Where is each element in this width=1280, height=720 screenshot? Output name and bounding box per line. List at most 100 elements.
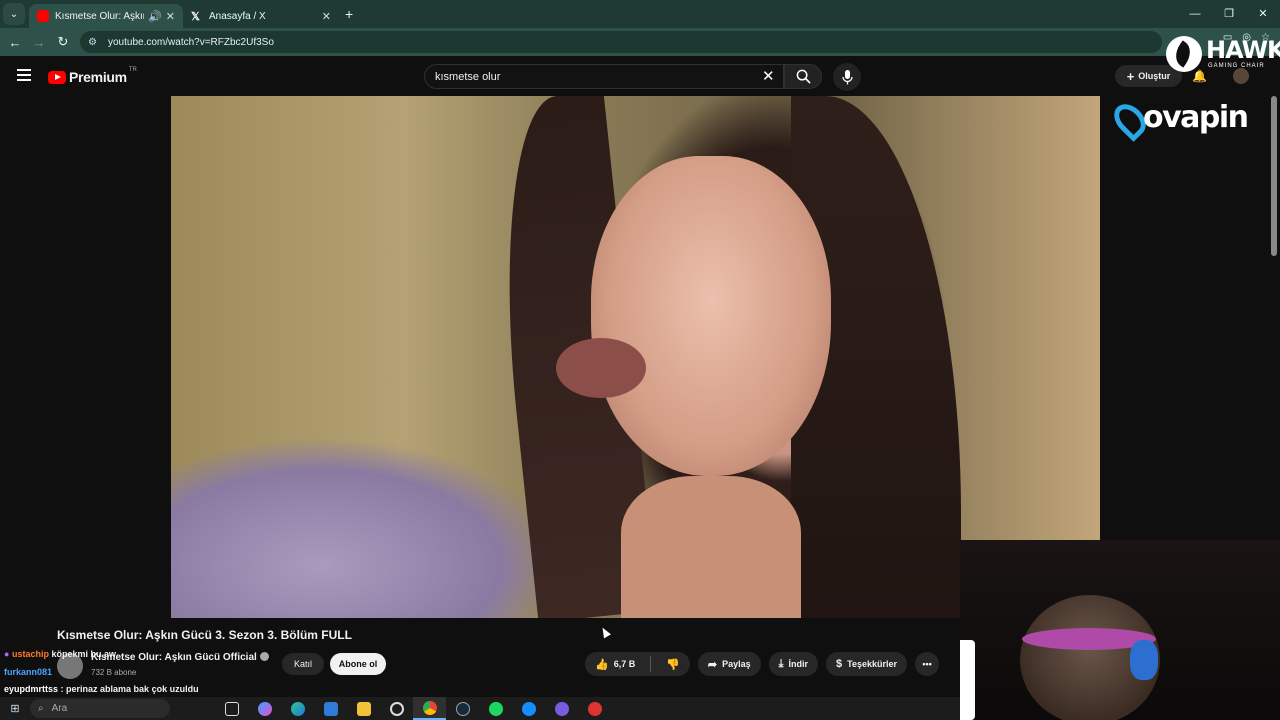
brand-text: Premium xyxy=(69,69,127,85)
thumbs-down-icon: 👎 xyxy=(666,658,680,671)
window-controls: — ❐ ✕ xyxy=(1178,0,1280,28)
tab-youtube[interactable]: Kısmetse Olur: Aşkın Gücü 🔊 ✕ xyxy=(29,4,183,28)
voice-search-button[interactable] xyxy=(833,63,861,91)
join-button[interactable]: Katıl xyxy=(282,653,324,675)
subscriber-count: 732 B abone xyxy=(91,668,137,677)
chrome-icon[interactable] xyxy=(413,697,446,720)
share-button[interactable]: ➦ Paylaş xyxy=(697,652,761,676)
search-icon: ⌕ xyxy=(38,703,44,714)
edge-icon[interactable] xyxy=(281,697,314,720)
thanks-button[interactable]: $ Teşekkürler xyxy=(826,652,908,676)
xbox-icon[interactable] xyxy=(380,697,413,720)
chat-message: eyupdmrttss : perinaz ablama bak çok uzu… xyxy=(4,684,199,694)
tab-label: Kısmetse Olur: Aşkın Gücü xyxy=(55,10,144,22)
microphone-icon xyxy=(841,69,853,84)
like-button[interactable]: 👍 6,7 B xyxy=(585,652,645,676)
thumbs-up-icon: 👍 xyxy=(595,658,609,671)
like-count: 6,7 B xyxy=(613,659,636,669)
chat-username: furkann081 xyxy=(4,667,53,677)
tab-search-button[interactable]: ⌄ xyxy=(3,3,25,25)
game-app-icon[interactable] xyxy=(578,697,611,720)
spotify-icon[interactable] xyxy=(479,697,512,720)
clear-search-icon[interactable]: ✕ xyxy=(762,67,775,85)
browser-tab-strip: ⌄ Kısmetse Olur: Aşkın Gücü 🔊 ✕ 𝕏 Anasay… xyxy=(0,0,1280,28)
thanks-label: Teşekkürler xyxy=(847,659,898,669)
country-code: TR xyxy=(128,67,137,73)
chat-username: eyupdmrttss xyxy=(4,684,59,694)
hawk-feather-icon xyxy=(1166,36,1202,72)
forward-icon[interactable]: → xyxy=(27,35,51,50)
more-dots-icon: ••• xyxy=(922,659,932,669)
vpn-brand: ovapin xyxy=(1143,100,1249,135)
youtube-header: Premium TR kısmetse olur ✕ + Oluştur 🔔 xyxy=(0,56,1280,96)
download-icon: ⤓ xyxy=(778,657,784,670)
video-frame-neck xyxy=(621,476,801,618)
hawk-sponsor-logo: HAWK GAMING CHAIR xyxy=(1166,36,1280,74)
hawk-brand: HAWK xyxy=(1206,36,1280,64)
file-explorer-icon[interactable] xyxy=(347,697,380,720)
action-bar: 👍 6,7 B 👎 ➦ Paylaş ⤓ İndir $ Teşekkürler… xyxy=(585,652,940,676)
page-scrollbar[interactable] xyxy=(1271,96,1277,256)
search-input[interactable]: kısmetse olur xyxy=(424,64,784,89)
share-label: Paylaş xyxy=(722,659,751,669)
share-arrow-icon: ➦ xyxy=(707,658,718,671)
discord-icon[interactable] xyxy=(545,697,578,720)
hawk-tagline: GAMING CHAIR xyxy=(1208,63,1265,69)
like-dislike-group: 👍 6,7 B 👎 xyxy=(585,652,690,676)
tab-label: Anasayfa / X xyxy=(209,10,266,22)
search-query: kısmetse olur xyxy=(435,70,501,83)
more-actions-button[interactable]: ••• xyxy=(915,652,940,676)
vpn-sponsor-logo: ovapin xyxy=(1108,98,1257,142)
battlenet-icon[interactable] xyxy=(512,697,545,720)
close-tab-icon[interactable]: ✕ xyxy=(322,10,331,23)
new-tab-button[interactable]: + xyxy=(345,6,353,22)
subscribe-button[interactable]: Abone ol xyxy=(330,653,386,675)
divider xyxy=(650,656,652,672)
video-title: Kısmetse Olur: Aşkın Gücü 3. Sezon 3. Bö… xyxy=(57,628,352,642)
youtube-logo[interactable]: Premium TR xyxy=(48,67,137,85)
chat-text: köpekmi bu aw xyxy=(51,649,117,659)
download-button[interactable]: ⤓ İndir xyxy=(768,652,819,676)
headphone-ear xyxy=(1130,640,1158,680)
steam-icon[interactable] xyxy=(446,697,479,720)
restore-icon[interactable]: ❐ xyxy=(1212,0,1246,28)
secondary-column xyxy=(1100,96,1280,540)
mail-icon[interactable] xyxy=(314,697,347,720)
chat-badge-icon: ● xyxy=(4,649,10,659)
streamer-webcam xyxy=(960,540,1280,720)
site-info-icon[interactable]: ⚙ xyxy=(88,37,102,48)
url-text: youtube.com/watch?v=RFZbc2Uf3So xyxy=(108,36,274,48)
search-button[interactable] xyxy=(784,64,822,89)
speaker-icon[interactable]: 🔊 xyxy=(148,10,162,23)
youtube-icon xyxy=(37,10,49,22)
super-thanks-icon: $ xyxy=(836,658,843,670)
channel-name[interactable]: Kısmetse Olur: Aşkın Gücü Official xyxy=(91,652,269,663)
youtube-play-icon xyxy=(48,70,66,84)
chat-message: ● ustachip köpekmi bu aw xyxy=(4,649,116,659)
close-window-icon[interactable]: ✕ xyxy=(1246,0,1280,28)
reload-icon[interactable]: ↻ xyxy=(51,34,75,50)
close-tab-icon[interactable]: ✕ xyxy=(166,10,175,23)
copilot-icon[interactable] xyxy=(248,697,281,720)
chat-text: : perinaz ablama bak çok uzuldu xyxy=(60,684,199,694)
task-view-icon[interactable] xyxy=(215,697,248,720)
video-frame-lips xyxy=(556,338,646,398)
chat-username: ustachip xyxy=(11,649,49,659)
verified-check-icon xyxy=(259,652,269,661)
search-icon xyxy=(796,69,811,84)
windows-start-icon[interactable]: ⊞ xyxy=(0,702,30,715)
minimize-icon[interactable]: — xyxy=(1178,0,1212,28)
video-frame-face xyxy=(591,156,831,476)
x-logo-icon: 𝕏 xyxy=(191,11,200,23)
plus-icon: + xyxy=(1126,68,1135,84)
address-bar[interactable]: ⚙ youtube.com/watch?v=RFZbc2Uf3So xyxy=(80,31,1162,53)
menu-icon[interactable] xyxy=(17,69,31,84)
dislike-button[interactable]: 👎 xyxy=(656,652,690,676)
back-icon[interactable]: ← xyxy=(3,35,27,50)
tab-x[interactable]: 𝕏 Anasayfa / X ✕ xyxy=(183,4,339,28)
chat-message: furkann081 xyxy=(4,667,52,677)
windows-taskbar: ⊞ ⌕ Ara xyxy=(0,697,960,720)
taskbar-search[interactable]: ⌕ Ara xyxy=(30,699,170,718)
taskbar-search-placeholder: Ara xyxy=(51,703,68,714)
webcam-side-panel xyxy=(960,640,975,720)
